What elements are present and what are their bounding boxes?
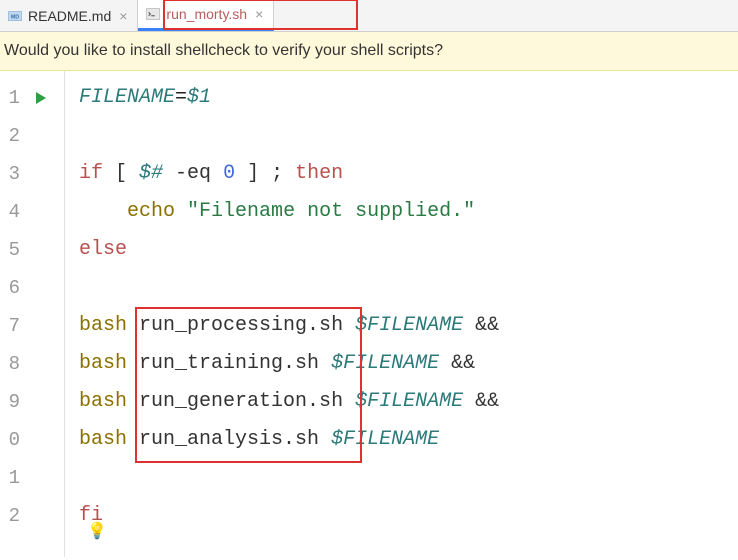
code-area[interactable]: FILENAME=$1 if [ $# -eq 0 ] ; then echo … bbox=[65, 71, 738, 557]
line-gutter: 1 2 3 4 5 6 7 8 9 0 1 2 bbox=[0, 71, 26, 557]
code-line: fi bbox=[79, 497, 738, 535]
line-number: 4 bbox=[0, 193, 26, 231]
line-number: 1 bbox=[0, 459, 26, 497]
line-number: 9 bbox=[0, 383, 26, 421]
close-icon[interactable]: × bbox=[117, 8, 129, 24]
lightbulb-icon[interactable]: 💡 bbox=[87, 513, 107, 551]
code-line bbox=[79, 459, 738, 497]
close-icon[interactable]: × bbox=[253, 6, 265, 22]
line-number: 7 bbox=[0, 307, 26, 345]
line-number: 5 bbox=[0, 231, 26, 269]
line-number: 3 bbox=[0, 155, 26, 193]
line-number: 8 bbox=[0, 345, 26, 383]
tab-bar: MD README.md × run_morty.sh × bbox=[0, 0, 738, 32]
line-number: 6 bbox=[0, 269, 26, 307]
notification-text: Would you like to install shellcheck to … bbox=[4, 42, 443, 59]
run-gutter bbox=[26, 71, 56, 557]
line-number: 0 bbox=[0, 421, 26, 459]
code-line bbox=[79, 117, 738, 155]
line-number: 2 bbox=[0, 117, 26, 155]
run-button[interactable] bbox=[26, 79, 56, 117]
tab-readme[interactable]: MD README.md × bbox=[0, 0, 138, 31]
editor-area: 1 2 3 4 5 6 7 8 9 0 1 2 FILENAME=$1 if [… bbox=[0, 71, 738, 557]
code-line: bash run_analysis.sh $FILENAME bbox=[79, 421, 738, 459]
code-line: bash run_training.sh $FILENAME && bbox=[79, 345, 738, 383]
notification-bar[interactable]: Would you like to install shellcheck to … bbox=[0, 32, 738, 71]
tab-run-morty[interactable]: run_morty.sh × bbox=[138, 0, 274, 31]
code-line: FILENAME=$1 bbox=[79, 79, 738, 117]
line-number: 1 bbox=[0, 79, 26, 117]
code-line: if [ $# -eq 0 ] ; then bbox=[79, 155, 738, 193]
code-line: echo "Filename not supplied." bbox=[79, 193, 738, 231]
code-line: bash run_processing.sh $FILENAME && bbox=[79, 307, 738, 345]
tab-label: README.md bbox=[28, 8, 111, 24]
markdown-icon: MD bbox=[8, 9, 22, 23]
shell-icon bbox=[146, 7, 160, 21]
svg-text:MD: MD bbox=[11, 14, 19, 20]
line-number: 2 bbox=[0, 497, 26, 535]
code-line: bash run_generation.sh $FILENAME && bbox=[79, 383, 738, 421]
code-line bbox=[79, 269, 738, 307]
code-line: else bbox=[79, 231, 738, 269]
tab-label: run_morty.sh bbox=[166, 6, 247, 22]
